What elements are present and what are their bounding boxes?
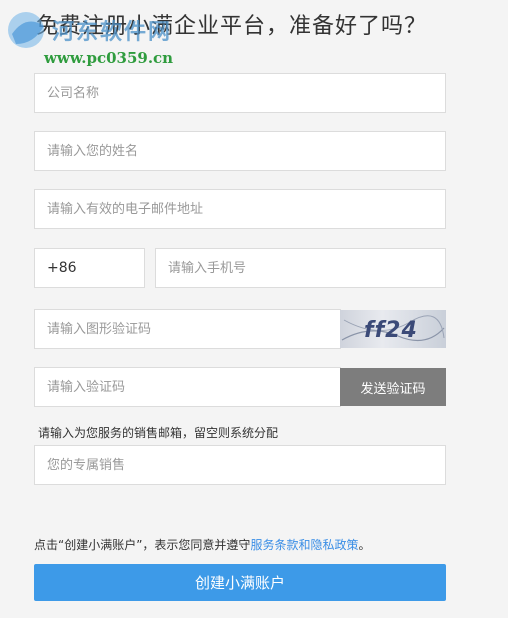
sms-code-input[interactable]: [35, 368, 340, 406]
sales-input[interactable]: [35, 446, 445, 484]
captcha-text: ff24: [364, 318, 418, 343]
watermark-name: 河东软件网: [52, 20, 173, 45]
captcha-field[interactable]: [34, 309, 341, 349]
send-code-button[interactable]: 发送验证码: [340, 368, 446, 406]
agreement-prefix: 点击“创建小满账户”，表示您同意并遵守: [34, 538, 251, 552]
terms-link[interactable]: 服务条款和隐私政策: [250, 538, 358, 552]
create-account-button[interactable]: 创建小满账户: [34, 564, 446, 601]
email-input[interactable]: [35, 190, 445, 228]
company-input[interactable]: [35, 74, 445, 112]
country-code-input[interactable]: [35, 249, 144, 287]
captcha-graphic: ff24: [341, 315, 445, 343]
sales-field[interactable]: [34, 445, 446, 485]
country-code-field[interactable]: [34, 248, 145, 288]
phone-input[interactable]: [156, 249, 445, 287]
captcha-input[interactable]: [35, 310, 340, 348]
email-field[interactable]: [34, 189, 446, 229]
agreement-suffix: 。: [358, 538, 371, 552]
phone-field[interactable]: [155, 248, 446, 288]
watermark-site: www.pc0359.cn: [44, 49, 174, 67]
captcha-image[interactable]: ff24: [340, 310, 446, 348]
company-field[interactable]: [34, 73, 446, 113]
name-input[interactable]: [35, 132, 445, 170]
sales-hint: 请输入为您服务的销售邮箱，留空则系统分配: [38, 426, 279, 440]
watermark-logo: 河东软件网 www.pc0359.cn: [4, 2, 214, 72]
agreement-text: 点击“创建小满账户”，表示您同意并遵守服务条款和隐私政策。: [34, 536, 370, 553]
sms-code-field[interactable]: [34, 367, 341, 407]
name-field[interactable]: [34, 131, 446, 171]
